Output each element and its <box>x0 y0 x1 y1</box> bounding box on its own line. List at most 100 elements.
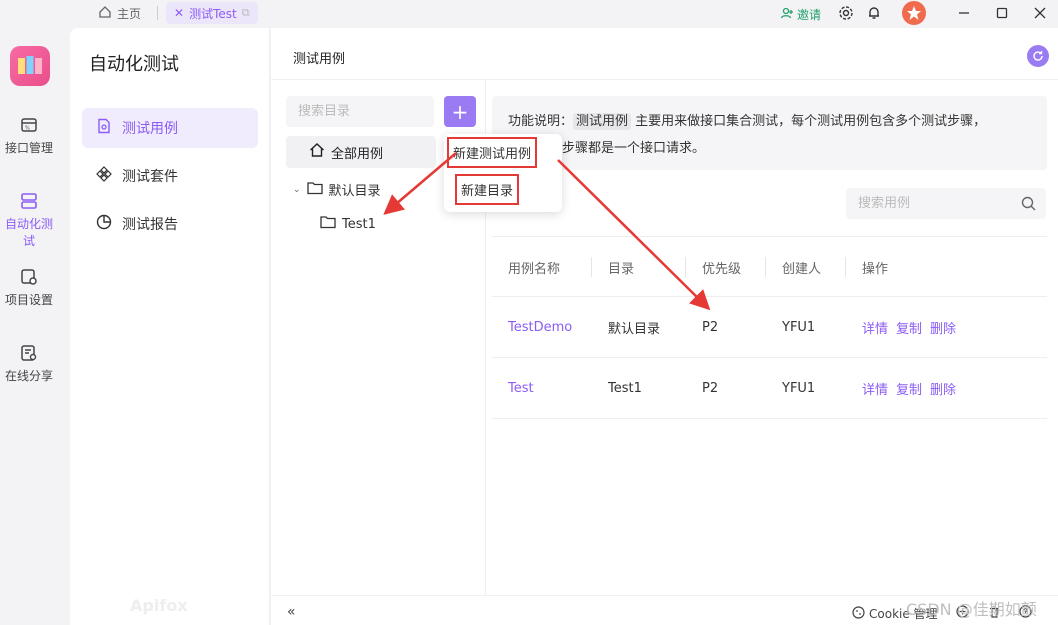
main-panel: 测试用例 + 全部用例 ⌄ 默认目录 Test1 <box>271 28 1058 595</box>
column-divider <box>685 257 686 277</box>
description-prefix: 功能说明： <box>508 114 574 129</box>
description-highlight: 测试用例 <box>573 113 632 130</box>
menu-item-new-directory[interactable]: 新建目录 <box>455 174 520 205</box>
column-divider <box>765 257 766 277</box>
case-priority: P2 <box>702 319 719 335</box>
table-row: Test Test1 P2 YFU1 详情 复制 删除 <box>492 358 1047 419</box>
copy-link[interactable]: 复制 <box>896 318 922 337</box>
rail-item-api[interactable]: % 接口管理 <box>0 114 58 156</box>
home-icon <box>309 142 325 162</box>
tree-item-test1-label: Test1 <box>342 216 376 232</box>
search-icon[interactable] <box>1021 196 1036 215</box>
rail-item-share[interactable]: 在线分享 <box>0 342 58 384</box>
case-name-link[interactable]: TestDemo <box>508 297 572 357</box>
rail-item-automation[interactable]: 自动化测试 <box>0 190 58 249</box>
brand-watermark: Apifox <box>130 596 188 615</box>
nav-item-test-suites-label: 测试套件 <box>122 169 178 185</box>
rail-item-automation-label: 自动化测试 <box>4 217 53 248</box>
delete-link[interactable]: 删除 <box>930 379 956 398</box>
case-search-input[interactable] <box>846 188 1046 219</box>
report-icon <box>96 214 112 234</box>
description-line-2: 步骤都是一个接口请求。 <box>562 141 706 156</box>
maximize-icon[interactable] <box>993 4 1011 22</box>
rail-item-api-label: 接口管理 <box>4 141 53 155</box>
directory-search-input[interactable] <box>286 96 434 127</box>
case-priority: P2 <box>702 380 719 396</box>
column-divider <box>845 257 846 277</box>
folder-open-icon <box>306 181 323 199</box>
test-case-icon <box>96 118 112 138</box>
case-actions: 详情 复制 删除 <box>862 358 964 418</box>
invite-button[interactable]: 邀请 <box>780 2 821 26</box>
test-case-table: 用例名称 目录 优先级 创建人 操作 TestDemo 默认目录 P2 YFU1… <box>492 236 1047 419</box>
app-rail: % 接口管理 自动化测试 项目设置 在线分享 <box>0 28 70 625</box>
delete-link[interactable]: 删除 <box>930 318 956 337</box>
case-name-link[interactable]: Test <box>508 358 534 418</box>
copy-link[interactable]: 复制 <box>896 379 922 398</box>
invite-label: 邀请 <box>797 7 822 22</box>
add-user-icon <box>780 6 794 23</box>
automation-icon <box>18 190 40 212</box>
tab-home[interactable]: 主页 <box>90 2 149 24</box>
share-icon <box>18 342 40 364</box>
add-button[interactable]: + <box>444 96 476 127</box>
detail-link[interactable]: 详情 <box>862 318 888 337</box>
rail-item-settings[interactable]: 项目设置 <box>0 266 58 308</box>
column-divider <box>591 257 592 277</box>
case-creator: YFU1 <box>782 319 816 335</box>
gear-icon[interactable] <box>837 4 855 22</box>
case-dir: 默认目录 <box>608 321 661 337</box>
refresh-button[interactable] <box>1027 45 1049 67</box>
module-title: 自动化测试 <box>89 54 179 75</box>
minimize-icon[interactable] <box>955 4 973 22</box>
nav-item-test-suites[interactable]: 测试套件 <box>82 156 258 196</box>
tree-item-test1[interactable]: Test1 <box>320 215 376 233</box>
tab-separator <box>157 6 158 20</box>
add-dropdown-menu: 新建测试用例 新建目录 <box>444 134 562 212</box>
home-icon <box>98 5 112 22</box>
app-logo <box>10 46 50 86</box>
nav-item-test-cases[interactable]: 测试用例 <box>82 108 258 148</box>
tree-item-all-cases[interactable]: 全部用例 <box>286 136 436 168</box>
chevron-down-icon[interactable]: ⌄ <box>293 185 301 195</box>
tree-item-default-dir-label: 默认目录 <box>328 184 381 199</box>
popout-icon[interactable]: ⧉ <box>242 6 250 20</box>
folder-icon <box>320 215 336 233</box>
test-suite-icon <box>96 166 112 186</box>
tab-test-label: 测试Test <box>189 6 237 21</box>
menu-item-new-test-case[interactable]: 新建测试用例 <box>447 137 538 168</box>
detail-link[interactable]: 详情 <box>862 379 888 398</box>
table-row: TestDemo 默认目录 P2 YFU1 详情 复制 删除 <box>492 297 1047 358</box>
header-dir: 目录 <box>608 261 635 277</box>
case-dir: Test1 <box>608 380 642 396</box>
api-management-icon: % <box>18 114 40 136</box>
feature-description: 功能说明： 测试用例 主要用来做接口集合测试，每个测试用例包含多个测试步骤， 步骤… <box>492 96 1047 170</box>
case-actions: 详情 复制 删除 <box>862 297 964 357</box>
csdn-watermark: CSDN @佳期如颤 <box>906 600 1037 619</box>
header-creator: 创建人 <box>782 261 822 277</box>
header-actions: 操作 <box>862 261 889 277</box>
window-close-icon[interactable] <box>1031 4 1049 22</box>
page-title: 测试用例 <box>293 52 346 67</box>
collapse-sidebar-icon[interactable]: « <box>287 604 296 620</box>
title-bar: 主页 ✕ 测试Test ⧉ 邀请 <box>0 0 1058 28</box>
tree-item-default-dir[interactable]: ⌄ 默认目录 <box>293 180 381 199</box>
nav-item-test-reports-label: 测试报告 <box>122 217 178 233</box>
rail-item-settings-label: 项目设置 <box>4 293 53 307</box>
nav-item-test-reports[interactable]: 测试报告 <box>82 204 258 244</box>
header-priority: 优先级 <box>702 261 742 277</box>
cookie-icon <box>852 605 865 622</box>
module-nav: 自动化测试 测试用例 测试套件 测试报告 Apifox <box>70 28 270 625</box>
table-header: 用例名称 目录 优先级 创建人 操作 <box>492 236 1047 297</box>
tab-test[interactable]: ✕ 测试Test ⧉ <box>166 2 258 24</box>
nav-item-test-cases-label: 测试用例 <box>122 121 178 137</box>
case-creator: YFU1 <box>782 380 816 396</box>
svg-text:%: % <box>25 126 30 132</box>
avatar[interactable] <box>902 1 926 25</box>
tree-item-all-cases-label: 全部用例 <box>331 146 384 162</box>
tab-home-label: 主页 <box>117 6 142 21</box>
description-line1-rest: 主要用来做接口集合测试，每个测试用例包含多个测试步骤， <box>631 114 987 129</box>
bell-icon[interactable] <box>865 4 883 22</box>
rail-item-share-label: 在线分享 <box>4 369 53 383</box>
close-icon[interactable]: ✕ <box>174 6 184 20</box>
